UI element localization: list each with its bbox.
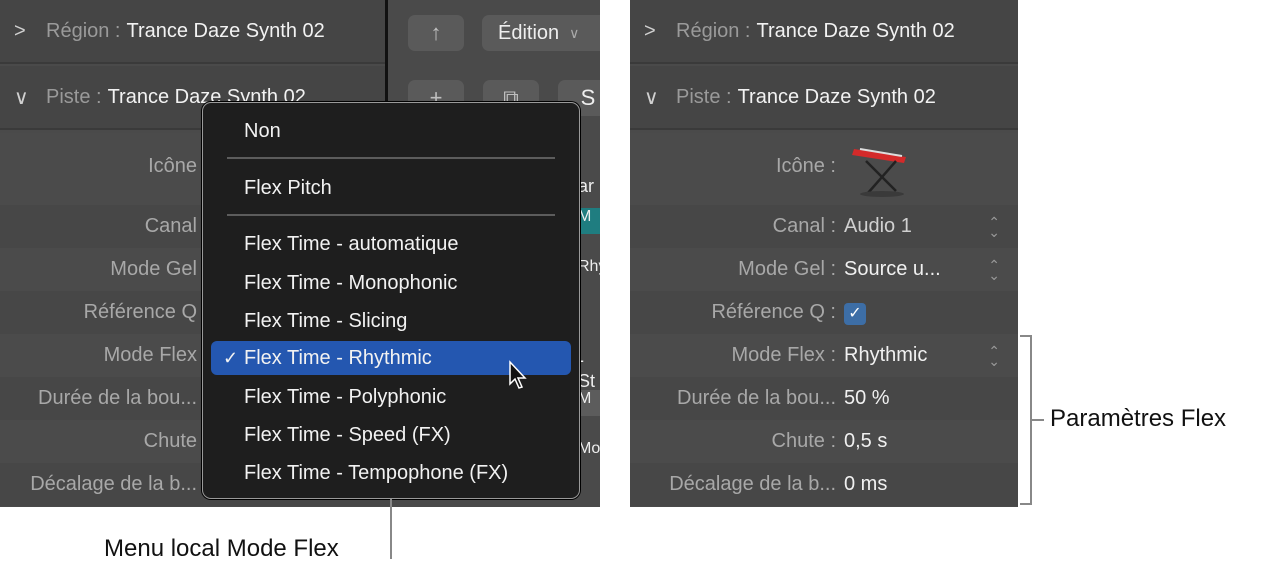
peek-text: Mo — [578, 440, 600, 457]
disclosure-expanded-icon[interactable]: ∨ — [644, 85, 664, 110]
param-label: Référence Q : — [711, 301, 836, 323]
callout-bracket — [1020, 335, 1032, 337]
param-label: Durée de la bou... — [677, 387, 836, 409]
peek-text: Rhy — [578, 258, 600, 275]
menu-separator — [227, 157, 555, 159]
callout-params-label: Paramètres Flex — [1050, 405, 1227, 432]
param-label: Icône : — [775, 155, 836, 177]
mouse-pointer-icon — [509, 360, 527, 389]
disclosure-expanded-icon[interactable]: ∨ — [14, 85, 34, 110]
flex-mode-value[interactable]: Rhythmic — [844, 344, 988, 367]
param-label: Référence Q — [83, 301, 197, 323]
param-row-channel: Canal : Audio 1 ⌃ ⌄ — [630, 205, 1018, 248]
right-inspector: > Région : Trance Daze Synth 02 ∨ Piste … — [630, 0, 1018, 507]
peek-text: ar — [578, 176, 595, 196]
offset-value[interactable]: 0 ms — [844, 473, 1018, 496]
param-label: Mode Flex : — [731, 344, 836, 366]
param-label: Icône — [148, 155, 197, 177]
menu-separator — [227, 214, 555, 216]
loop-duration-value[interactable]: 50 % — [844, 387, 1018, 410]
param-row-qref: Référence Q : ✓ — [630, 291, 1018, 334]
disclosure-collapsed-icon[interactable]: > — [644, 20, 664, 43]
peek-mute[interactable]: M — [578, 208, 600, 234]
disclosure-collapsed-icon[interactable]: > — [14, 20, 34, 43]
callout-leader-line — [390, 499, 392, 559]
region-header[interactable]: > Région : Trance Daze Synth 02 — [0, 0, 385, 64]
up-button[interactable]: ↑ — [408, 15, 464, 51]
param-row-flex-mode: Mode Flex : Rhythmic ⌃ ⌄ — [630, 334, 1018, 377]
stepper-icon[interactable]: ⌃ ⌄ — [988, 215, 1000, 239]
region-header[interactable]: > Région : Trance Daze Synth 02 — [630, 0, 1018, 64]
menu-item-label: Flex Time - Tempophone (FX) — [244, 461, 509, 484]
param-row-duration: Durée de la bou... 50 % — [630, 377, 1018, 420]
stepper-icon[interactable]: ⌃ ⌄ — [988, 258, 1000, 282]
menu-item-flex-pitch[interactable]: Flex Pitch — [211, 171, 571, 205]
track-value: Trance Daze Synth 02 — [737, 85, 936, 108]
flex-mode-popup-menu[interactable]: Non Flex Pitch Flex Time - automatique F… — [202, 102, 580, 499]
callout-bracket — [1032, 419, 1044, 421]
region-value: Trance Daze Synth 02 — [126, 19, 325, 42]
channel-value[interactable]: Audio 1 — [844, 215, 988, 238]
param-row-icon: Icône : — [630, 133, 1018, 205]
menu-item-label: Flex Time - automatique — [244, 232, 459, 255]
param-label: Décalage de la b... — [30, 473, 197, 495]
menu-item-label: Flex Time - Polyphonic — [244, 385, 447, 408]
param-row-decay: Chute : 0,5 s — [630, 420, 1018, 463]
peek-text: -St — [578, 350, 596, 391]
menu-item-slicing[interactable]: Flex Time - Slicing — [211, 304, 571, 338]
q-reference-checkbox[interactable]: ✓ — [844, 302, 866, 325]
menu-item-label: Flex Pitch — [244, 176, 332, 199]
edit-menu-button[interactable]: Édition ∨ — [482, 15, 600, 51]
edit-label: Édition — [498, 21, 560, 44]
menu-item-non[interactable]: Non — [211, 114, 571, 148]
track-key: Piste : — [676, 85, 732, 108]
region-key: Région : — [46, 19, 121, 42]
chevron-down-icon: ∨ — [569, 24, 580, 41]
param-label: Décalage de la b... — [669, 473, 836, 495]
param-label: Durée de la bou... — [38, 387, 197, 409]
callout-menu-label: Menu local Mode Flex — [104, 535, 339, 562]
param-label: Canal : — [772, 215, 836, 237]
menu-item-monophonic[interactable]: Flex Time - Monophonic — [211, 266, 571, 300]
peek-mute[interactable]: M — [578, 390, 600, 416]
track-header[interactable]: ∨ Piste : Trance Daze Synth 02 — [630, 66, 1018, 130]
region-key: Région : — [676, 19, 751, 42]
menu-item-label: Flex Time - Rhythmic — [244, 346, 432, 369]
menu-item-label: Flex Time - Monophonic — [244, 271, 458, 294]
param-label: Mode Flex — [103, 344, 197, 366]
param-row-freeze: Mode Gel : Source u... ⌃ ⌄ — [630, 248, 1018, 291]
region-value: Trance Daze Synth 02 — [756, 19, 955, 42]
menu-item-tempophone[interactable]: Flex Time - Tempophone (FX) — [211, 456, 571, 490]
menu-item-flex-time-auto[interactable]: Flex Time - automatique — [211, 227, 571, 261]
decay-value[interactable]: 0,5 s — [844, 430, 1018, 453]
param-label: Canal — [144, 215, 197, 237]
s-label: S — [580, 85, 596, 110]
menu-item-speed[interactable]: Flex Time - Speed (FX) — [211, 418, 571, 452]
menu-item-label: Flex Time - Slicing — [244, 309, 408, 332]
param-label: Chute : — [771, 430, 836, 452]
stepper-icon[interactable]: ⌃ ⌄ — [988, 344, 1000, 368]
checkmark-icon: ✓ — [223, 347, 239, 368]
param-label: Chute — [143, 430, 197, 452]
track-params: Icône : Canal : Audio 1 ⌃ ⌄ Mode Gel : So… — [630, 133, 1018, 506]
callout-bracket — [1020, 503, 1032, 505]
freeze-mode-value[interactable]: Source u... — [844, 258, 988, 281]
menu-item-label: Non — [244, 119, 281, 142]
track-key: Piste : — [46, 85, 102, 108]
keyboard-icon[interactable] — [846, 139, 916, 199]
menu-item-label: Flex Time - Speed (FX) — [244, 423, 451, 446]
param-label: Mode Gel — [110, 258, 197, 280]
param-row-offset: Décalage de la b... 0 ms — [630, 463, 1018, 506]
param-label: Mode Gel : — [738, 258, 836, 280]
up-arrow-icon: ↑ — [430, 20, 442, 45]
